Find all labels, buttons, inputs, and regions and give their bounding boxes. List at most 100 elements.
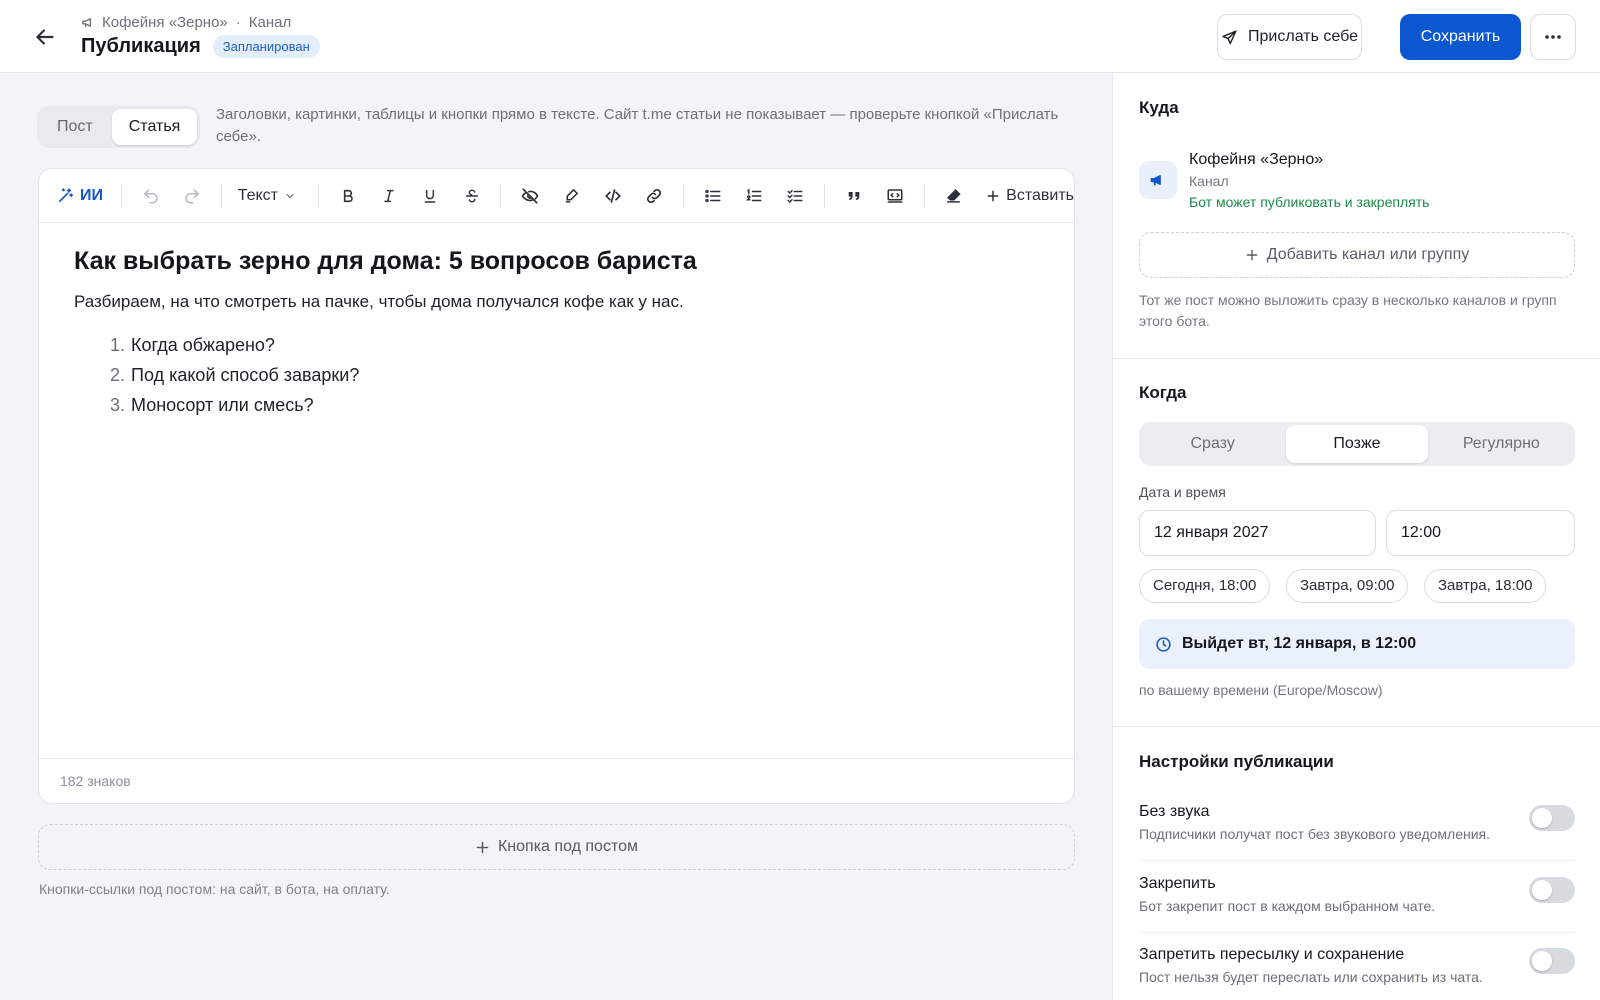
more-options-button[interactable] bbox=[1530, 14, 1576, 60]
code-icon[interactable] bbox=[596, 179, 629, 213]
mode-hint: Заголовки, картинки, таблицы и кнопки пр… bbox=[216, 106, 1059, 145]
row-divider bbox=[1139, 932, 1575, 933]
setting-description: Бот закрепит пост в каждом выбранном чат… bbox=[1139, 898, 1436, 914]
breadcrumb-type: Канал bbox=[248, 14, 292, 31]
channel-permission-status: Бот может публиковать и закреплять bbox=[1189, 194, 1430, 210]
link-icon[interactable] bbox=[638, 179, 671, 213]
back-arrow-icon[interactable] bbox=[32, 24, 58, 50]
publish-sidebar: Куда Кофейня «Зерно» Канал Бот может пуб… bbox=[1112, 73, 1600, 1000]
ai-label: ИИ bbox=[80, 186, 103, 204]
bold-icon[interactable] bbox=[331, 179, 364, 213]
list-item-text: Моносорт или смесь? bbox=[131, 395, 314, 415]
bulleted-list-icon[interactable] bbox=[696, 179, 729, 213]
more-dots-icon bbox=[1544, 34, 1562, 40]
ai-button[interactable]: ИИ bbox=[57, 187, 103, 205]
section-divider bbox=[1113, 726, 1600, 727]
send-to-self-label: Прислать себе bbox=[1248, 28, 1358, 45]
add-channel-button[interactable]: Добавить канал или группу bbox=[1139, 232, 1575, 278]
page-title: Публикация bbox=[81, 35, 201, 57]
quick-time-chip[interactable]: Завтра, 09:00 bbox=[1286, 569, 1409, 603]
datetime-label: Дата и время bbox=[1139, 484, 1226, 500]
underline-icon[interactable] bbox=[414, 179, 447, 213]
publish-time-text: Выйдет вт, 12 января, в 12:00 bbox=[1182, 635, 1417, 652]
schedule-segmented-control: Сразу Позже Регулярно bbox=[1139, 422, 1575, 466]
save-button[interactable]: Сохранить bbox=[1400, 14, 1521, 60]
schedule-option-now[interactable]: Сразу bbox=[1142, 425, 1283, 463]
redo-icon[interactable] bbox=[175, 179, 208, 213]
protect-content-toggle[interactable] bbox=[1529, 948, 1575, 974]
quick-time-chip[interactable]: Завтра, 18:00 bbox=[1424, 569, 1547, 603]
row-divider bbox=[1139, 860, 1575, 861]
publish-time-summary: Выйдет вт, 12 января, в 12:00 bbox=[1139, 619, 1575, 669]
undo-icon[interactable] bbox=[134, 179, 167, 213]
toolbar-divider bbox=[220, 183, 222, 208]
megaphone-icon bbox=[1139, 161, 1177, 199]
setting-description: Подписчики получат пост без звукового ув… bbox=[1139, 826, 1490, 842]
breadcrumb-channel[interactable]: Кофейня «Зерно» bbox=[102, 14, 228, 31]
time-field[interactable]: 12:00 bbox=[1386, 510, 1575, 556]
tab-post[interactable]: Пост bbox=[40, 109, 110, 145]
post-button-hint: Кнопки-ссылки под постом: на сайт, в бот… bbox=[39, 881, 390, 897]
clock-icon bbox=[1155, 636, 1172, 653]
where-section-title: Куда bbox=[1139, 98, 1179, 117]
article-heading[interactable]: Как выбрать зерно для дома: 5 вопросов б… bbox=[74, 247, 1044, 276]
tab-article[interactable]: Статья bbox=[111, 109, 198, 145]
when-section-title: Когда bbox=[1139, 383, 1187, 402]
paper-plane-icon bbox=[1221, 29, 1238, 46]
setting-description: Пост нельзя будет переслать или сохранит… bbox=[1139, 969, 1483, 985]
plus-icon bbox=[986, 189, 1000, 203]
setting-pin: Закрепить Бот закрепит пост в каждом выб… bbox=[1139, 875, 1575, 914]
character-count: 182 знаков bbox=[39, 758, 1074, 803]
insert-label: Вставить bbox=[1006, 186, 1074, 204]
editor-content[interactable]: Как выбрать зерно для дома: 5 вопросов б… bbox=[74, 247, 1044, 420]
setting-title: Закрепить bbox=[1139, 875, 1216, 892]
silent-toggle[interactable] bbox=[1529, 805, 1575, 831]
chevron-down-icon bbox=[284, 190, 296, 202]
quote-icon[interactable] bbox=[837, 179, 870, 213]
setting-protect-content: Запретить пересылку и сохранение Пост не… bbox=[1139, 946, 1575, 985]
megaphone-icon bbox=[81, 15, 96, 30]
toolbar-divider bbox=[500, 183, 502, 208]
checklist-icon[interactable] bbox=[779, 179, 812, 213]
spoiler-eye-off-icon[interactable] bbox=[513, 179, 546, 213]
insert-button[interactable]: Вставить bbox=[986, 187, 1074, 205]
setting-title: Запретить пересылку и сохранение bbox=[1139, 946, 1405, 963]
pin-toggle[interactable] bbox=[1529, 877, 1575, 903]
list-item-number: 2. bbox=[110, 365, 126, 385]
list-item[interactable]: 2. Под какой способ заварки? bbox=[110, 360, 1044, 390]
list-item[interactable]: 1. Когда обжарено? bbox=[110, 330, 1044, 360]
list-item-number: 3. bbox=[110, 395, 126, 415]
schedule-option-later[interactable]: Позже bbox=[1286, 425, 1428, 463]
date-field[interactable]: 12 января 2027 bbox=[1139, 510, 1376, 556]
embed-block-icon[interactable] bbox=[878, 179, 911, 213]
strikethrough-icon[interactable] bbox=[455, 179, 488, 213]
list-item-number: 1. bbox=[110, 335, 126, 355]
section-divider bbox=[1113, 358, 1600, 359]
top-bar: Кофейня «Зерно» · Канал Публикация Запла… bbox=[0, 0, 1600, 73]
plus-icon bbox=[475, 840, 490, 855]
breadcrumb-separator: · bbox=[235, 14, 241, 31]
quick-time-chip[interactable]: Сегодня, 18:00 bbox=[1139, 569, 1271, 603]
numbered-list-icon[interactable] bbox=[737, 179, 770, 213]
article-ordered-list: 1. Когда обжарено? 2. Под какой способ зав… bbox=[74, 330, 1044, 420]
eraser-icon[interactable] bbox=[937, 179, 970, 213]
highlighter-icon[interactable] bbox=[555, 179, 588, 213]
toolbar-divider bbox=[923, 183, 925, 208]
list-item[interactable]: 3. Моносорт или смесь? bbox=[110, 390, 1044, 420]
list-item-text: Под какой способ заварки? bbox=[131, 365, 360, 385]
add-channel-label: Добавить канал или группу bbox=[1266, 246, 1470, 263]
article-lead[interactable]: Разбираем, на что смотреть на пачке, что… bbox=[74, 292, 1044, 312]
italic-icon[interactable] bbox=[372, 179, 405, 213]
add-post-button-label: Кнопка под постом bbox=[497, 838, 638, 855]
schedule-option-recurring[interactable]: Регулярно bbox=[1431, 425, 1572, 463]
toolbar-divider bbox=[682, 183, 684, 208]
text-style-select[interactable]: Текст bbox=[238, 187, 296, 205]
send-to-self-button[interactable]: Прислать себе bbox=[1217, 14, 1362, 60]
toolbar-divider bbox=[824, 183, 826, 208]
setting-title: Без звука bbox=[1139, 803, 1210, 820]
add-post-button[interactable]: Кнопка под постом bbox=[38, 824, 1075, 870]
post-type-segmented-control: Пост Статья bbox=[37, 106, 201, 148]
list-item-text: Когда обжарено? bbox=[131, 335, 275, 355]
article-editor: ИИ Текст Вставить Как выбрать зерно для … bbox=[38, 168, 1075, 804]
toolbar-divider bbox=[121, 183, 122, 208]
